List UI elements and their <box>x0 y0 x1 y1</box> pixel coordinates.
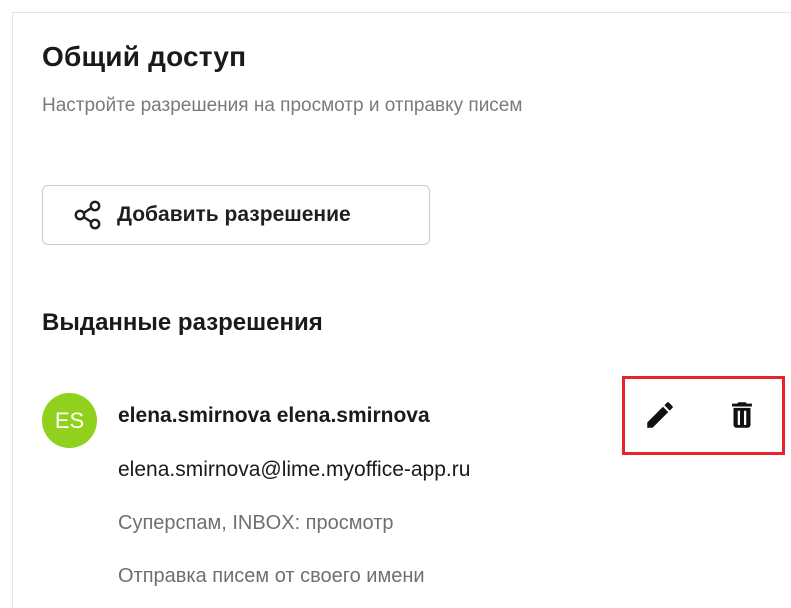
trash-icon <box>725 398 759 437</box>
permission-view: Суперспам, INBOX: просмотр <box>118 512 394 534</box>
share-icon <box>71 198 105 232</box>
pencil-icon <box>643 398 677 437</box>
user-email: elena.smirnova@lime.myoffice-app.ru <box>118 458 471 481</box>
permission-send: Отправка писем от своего имени <box>118 565 425 587</box>
user-name: elena.smirnova elena.smirnova <box>118 404 430 427</box>
page-subtitle: Настройте разрешения на просмотр и отпра… <box>42 95 523 116</box>
page-title: Общий доступ <box>42 41 247 72</box>
edit-button[interactable] <box>640 397 680 437</box>
delete-button[interactable] <box>722 397 762 437</box>
section-title: Выданные разрешения <box>42 309 323 336</box>
add-permission-button[interactable]: Добавить разрешение <box>42 185 430 245</box>
avatar: ES <box>42 393 97 448</box>
add-permission-label: Добавить разрешение <box>117 203 351 226</box>
